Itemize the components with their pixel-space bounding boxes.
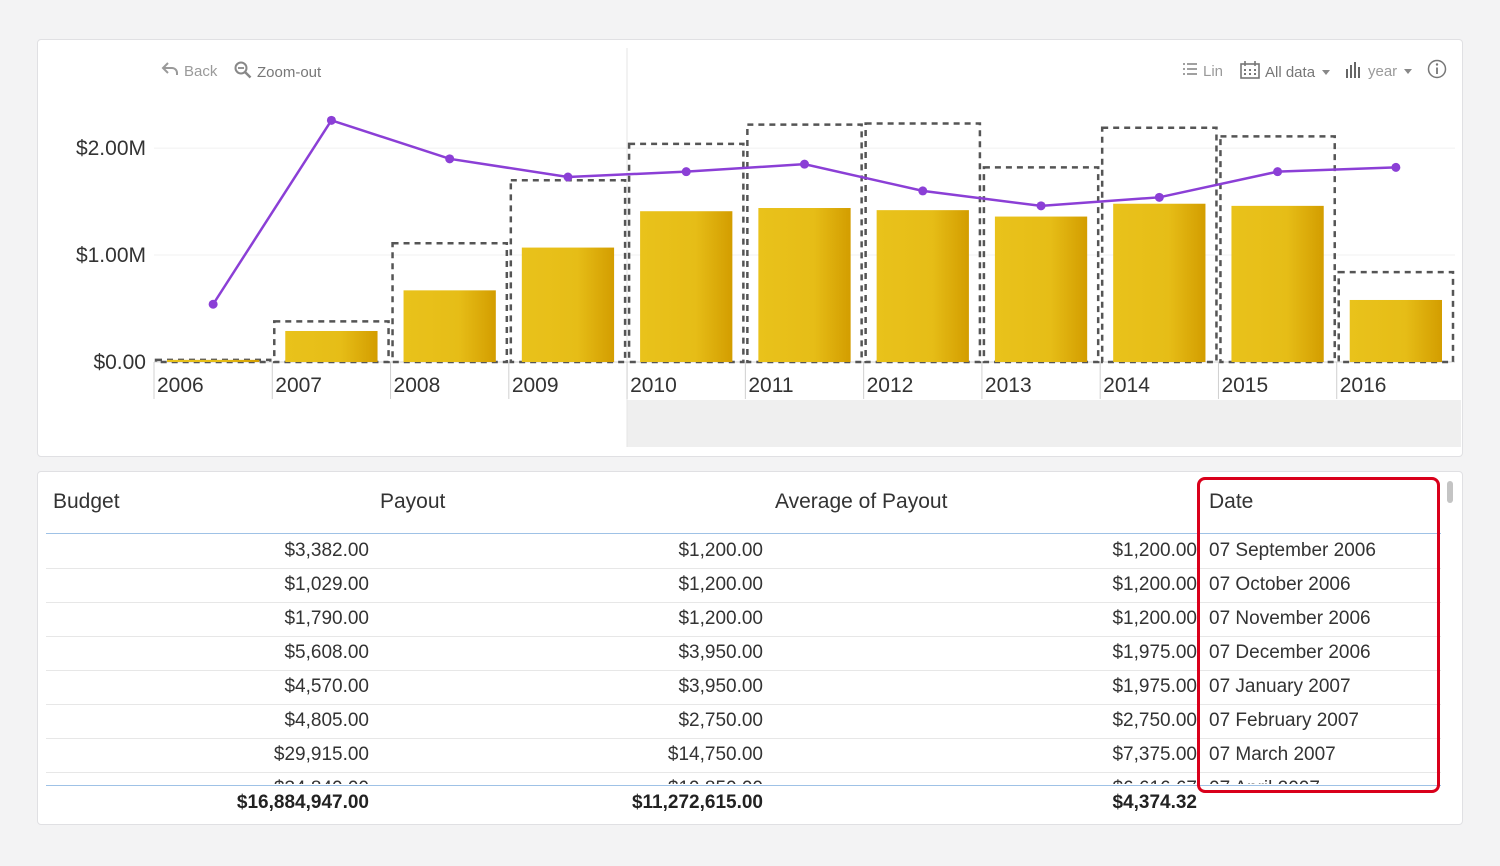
cell-payout: $1,200.00 <box>678 540 763 561</box>
bar[interactable] <box>640 211 733 362</box>
x-tick-label: 2009 <box>512 374 559 397</box>
x-tick-label: 2014 <box>1103 374 1150 397</box>
cell-avg: $1,975.00 <box>1112 676 1197 697</box>
bar[interactable] <box>1349 299 1442 362</box>
date-column-highlight <box>1197 477 1440 793</box>
x-tick-label: 2007 <box>275 374 322 397</box>
x-tick-label: 2016 <box>1340 374 1387 397</box>
cell-budget: $4,805.00 <box>284 710 369 731</box>
line-point[interactable] <box>918 186 928 196</box>
x-tick-label: 2010 <box>630 374 677 397</box>
line-point[interactable] <box>326 115 336 125</box>
cell-avg: $1,200.00 <box>1112 540 1197 561</box>
cell-budget: $1,790.00 <box>284 608 369 629</box>
line-point[interactable] <box>563 172 573 182</box>
cell-payout: $3,950.00 <box>678 676 763 697</box>
cell-avg: $1,975.00 <box>1112 642 1197 663</box>
bar[interactable] <box>758 208 851 362</box>
bar[interactable] <box>994 216 1088 362</box>
x-tick-label: 2011 <box>748 374 793 397</box>
line-point[interactable] <box>1391 162 1401 172</box>
bar[interactable] <box>521 247 615 362</box>
cell-budget: $3,382.00 <box>284 540 369 561</box>
y-tick-label: $2.00M <box>76 137 146 160</box>
line-point[interactable] <box>1273 167 1283 177</box>
x-tick-label: 2015 <box>1221 374 1268 397</box>
cell-avg: $1,200.00 <box>1112 574 1197 595</box>
cell-payout: $3,950.00 <box>678 642 763 663</box>
x-tick-label: 2013 <box>985 374 1032 397</box>
cell-payout: $14,750.00 <box>667 744 763 765</box>
cell-avg: $1,200.00 <box>1112 608 1197 629</box>
x-tick-label: 2012 <box>867 374 914 397</box>
cell-budget: $29,915.00 <box>273 744 369 765</box>
cell-avg: $2,750.00 <box>1112 710 1197 731</box>
bar[interactable] <box>1113 203 1206 362</box>
cell-avg: $7,375.00 <box>1112 744 1197 765</box>
cell-budget: $5,608.00 <box>284 642 369 663</box>
chart-panel: Back Zoom-out Lin All data year $0.00 $1… <box>37 39 1463 457</box>
cell-payout: $1,200.00 <box>678 608 763 629</box>
line-point[interactable] <box>1154 192 1164 202</box>
total-payout: $11,272,615.00 <box>631 792 763 813</box>
line-point[interactable] <box>800 159 809 169</box>
line-point[interactable] <box>445 154 455 164</box>
bar[interactable] <box>876 210 969 362</box>
cell-payout: $19,850.00 <box>369 778 763 784</box>
bar[interactable] <box>403 290 496 362</box>
line-point[interactable] <box>681 167 691 177</box>
cell-payout: $2,750.00 <box>678 710 763 731</box>
x-tick-label: 2006 <box>157 374 204 397</box>
navigator-region[interactable] <box>627 400 1461 447</box>
bar[interactable] <box>285 330 378 362</box>
total-average-payout: $4,374.32 <box>1112 792 1197 813</box>
cell-budget: $1,029.00 <box>284 574 369 595</box>
bar[interactable] <box>167 359 260 362</box>
cell-payout: $1,200.00 <box>678 574 763 595</box>
chart-plot[interactable]: $0.00 $1.00M $2.00M 2006 2007 2008 2009 2010 20… <box>38 40 1462 456</box>
x-tick-label: 2008 <box>394 374 441 397</box>
bar[interactable] <box>1231 205 1324 362</box>
y-tick-label: $1.00M <box>76 244 146 267</box>
cell-budget: $34,840.00 <box>46 778 369 784</box>
line-point[interactable] <box>1036 201 1046 211</box>
total-budget: $16,884,947.00 <box>236 792 369 813</box>
cell-budget: $4,570.00 <box>284 676 369 697</box>
cell-avg: $6,616.67 <box>763 778 1197 784</box>
y-tick-label: $0.00 <box>93 351 146 374</box>
line-point[interactable] <box>208 299 218 309</box>
